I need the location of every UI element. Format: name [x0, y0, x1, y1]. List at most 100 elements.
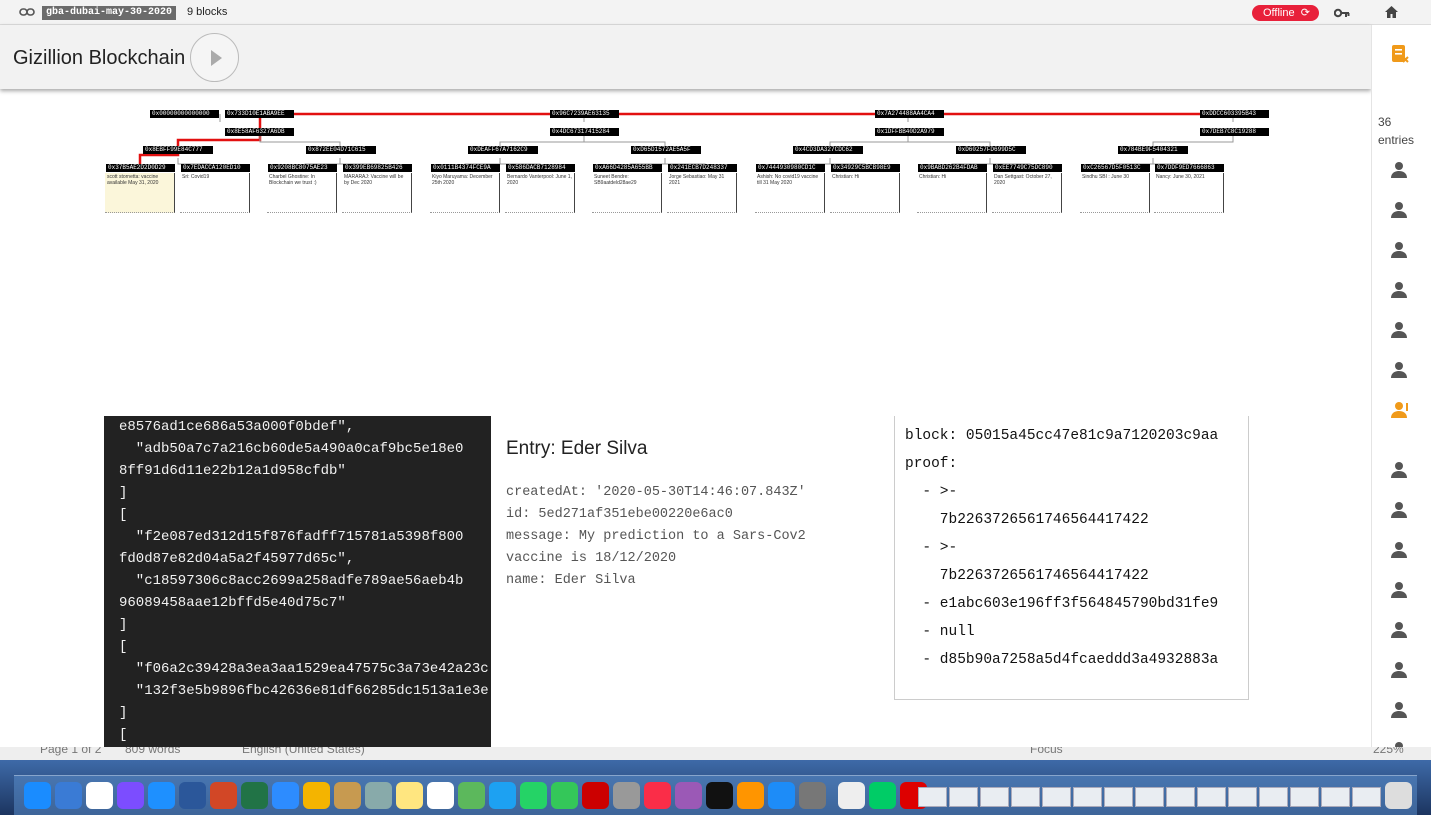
- entry-card[interactable]: Dan Settgast: October 27, 2020: [992, 173, 1062, 213]
- block-hash[interactable]: 0x8E58AF6327A6DB: [225, 128, 294, 136]
- person-icon[interactable]: [1390, 501, 1408, 519]
- proof-code-panel[interactable]: e8576ad1ce686a53a000f0bdef", "adb50a7c7a…: [104, 416, 491, 747]
- block-hash[interactable]: 0x1DFFBB40D2A979: [875, 128, 944, 136]
- dock-window-thumbnail[interactable]: [1166, 787, 1195, 807]
- dock-window-thumbnail[interactable]: [1228, 787, 1257, 807]
- dock-window-thumbnail[interactable]: [918, 787, 947, 807]
- block-hash[interactable]: 0x784BE9F5404321: [1118, 146, 1188, 154]
- home-icon[interactable]: [1384, 5, 1399, 19]
- block-hash[interactable]: 0x4CD3DA327CDC62: [793, 146, 863, 154]
- block-hash[interactable]: 0xDDCC603395B43: [1200, 110, 1269, 118]
- dock-window-thumbnail[interactable]: [980, 787, 1009, 807]
- dock-app-icon[interactable]: [869, 782, 896, 809]
- block-hash[interactable]: 0x34929C5BCB98E9: [831, 164, 900, 172]
- block-hash[interactable]: 0x586DACB7128984: [506, 164, 575, 172]
- dock-window-thumbnail[interactable]: [1104, 787, 1133, 807]
- dock-window-thumbnail[interactable]: [1042, 787, 1071, 807]
- dock-app-icon[interactable]: [551, 782, 578, 809]
- block-hash[interactable]: 0x0111B4374FCE9A: [431, 164, 500, 172]
- dock-app-icon[interactable]: [241, 782, 268, 809]
- dock-app-icon[interactable]: [838, 782, 865, 809]
- dock-app-icon[interactable]: [272, 782, 299, 809]
- key-icon[interactable]: [1334, 7, 1350, 19]
- dock-window-thumbnail[interactable]: [1197, 787, 1226, 807]
- trash-icon[interactable]: [1385, 782, 1412, 809]
- entry-card[interactable]: Christian: Hi: [917, 173, 987, 213]
- dock-app-icon[interactable]: [582, 782, 609, 809]
- dock-window-thumbnail[interactable]: [1073, 787, 1102, 807]
- block-hash[interactable]: 0x7DDF9ED7666863: [1155, 164, 1224, 172]
- dock-app-icon[interactable]: [148, 782, 175, 809]
- block-hash[interactable]: 0x733D10E1ABA9EE: [225, 110, 294, 118]
- entry-card[interactable]: Ashish: No covid19 vaccine till 31 May 2…: [755, 173, 825, 213]
- dock-window-thumbnail[interactable]: [1135, 787, 1164, 807]
- person-icon[interactable]: [1390, 201, 1408, 219]
- play-button[interactable]: [190, 33, 239, 82]
- link-icon[interactable]: [19, 6, 35, 18]
- dock-app-icon[interactable]: [86, 782, 113, 809]
- block-hash[interactable]: 0x96C7239AE63135: [550, 110, 619, 118]
- block-hash[interactable]: 0x7A274488AA4CA4: [875, 110, 944, 118]
- dock-app-icon[interactable]: [799, 782, 826, 809]
- block-hash[interactable]: 0x872EE04D71C615: [306, 146, 376, 154]
- person-icon[interactable]: [1390, 361, 1408, 379]
- person-icon[interactable]: [1390, 161, 1408, 179]
- dock-app-icon[interactable]: [179, 782, 206, 809]
- block-hash[interactable]: 0x37B5AE2D2D0D29: [106, 164, 175, 172]
- entry-card[interactable]: Bernardo Vanterpool: June 1, 2020: [505, 173, 575, 213]
- person-icon[interactable]: [1390, 621, 1408, 639]
- entry-card[interactable]: scott stornetta: vaccine available May 3…: [105, 173, 175, 213]
- block-hash[interactable]: 0xD65D1572AE5A5F: [631, 146, 701, 154]
- refresh-icon[interactable]: ⟳: [1301, 5, 1310, 21]
- block-hash[interactable]: 0x7444930980CD1C: [756, 164, 825, 172]
- person-icon[interactable]: [1390, 241, 1408, 259]
- dock-app-icon[interactable]: [117, 782, 144, 809]
- dock-app-icon[interactable]: [396, 782, 423, 809]
- person-icon[interactable]: [1390, 581, 1408, 599]
- dock-window-thumbnail[interactable]: [1011, 787, 1040, 807]
- block-hash[interactable]: 0xC26567D5F0513C: [1081, 164, 1150, 172]
- dock-window-thumbnail[interactable]: [1290, 787, 1319, 807]
- dock-app-icon[interactable]: [675, 782, 702, 809]
- dock-window-thumbnail[interactable]: [1352, 787, 1381, 807]
- dock-app-icon[interactable]: [706, 782, 733, 809]
- entry-card[interactable]: Sindhu SBI : June 30: [1080, 173, 1150, 213]
- entry-card[interactable]: Sri: Covid19: [180, 173, 250, 213]
- block-hash[interactable]: 0x7DEB7C8C19288: [1200, 128, 1269, 136]
- room-name[interactable]: gba-dubai-may-30-2020: [42, 6, 177, 20]
- entry-card[interactable]: MARARAJ: Vaccine will be by Dec 2020: [342, 173, 412, 213]
- person-icon[interactable]: [1390, 281, 1408, 299]
- dock-app-icon[interactable]: [458, 782, 485, 809]
- entry-card[interactable]: Jorge Sebastiao: May 31 2021: [667, 173, 737, 213]
- person-icon[interactable]: [1390, 701, 1408, 719]
- block-hash[interactable]: 0x399EB69825B426: [343, 164, 412, 172]
- entry-card[interactable]: Kiyo Maruyama: December 25th 2020: [430, 173, 500, 213]
- dock-app-icon[interactable]: [520, 782, 547, 809]
- person-icon[interactable]: [1390, 541, 1408, 559]
- block-hash[interactable]: 0x9208BC8075AE23: [268, 164, 337, 172]
- block-hash[interactable]: 0xEE7749C75DC890: [993, 164, 1062, 172]
- block-hash[interactable]: 0xDEAFF67A7162C9: [468, 146, 538, 154]
- dock-window-thumbnail[interactable]: [1321, 787, 1350, 807]
- dock-app-icon[interactable]: [644, 782, 671, 809]
- dock-app-icon[interactable]: [613, 782, 640, 809]
- dock-app-icon[interactable]: [24, 782, 51, 809]
- block-hash[interactable]: 0x4DC67317415284: [550, 128, 619, 136]
- dock-app-icon[interactable]: [737, 782, 764, 809]
- dock-app-icon[interactable]: [768, 782, 795, 809]
- block-hash[interactable]: 0xD60257FD699D5C: [956, 146, 1026, 154]
- entry-card[interactable]: Charbel Ghostine: In Blockchain we trust…: [267, 173, 337, 213]
- dock-app-icon[interactable]: [210, 782, 237, 809]
- entry-card[interactable]: Suneet Bendre: SB9aatdeld28ae29: [592, 173, 662, 213]
- block-hash[interactable]: 0x241ECB7D248337: [668, 164, 737, 172]
- dock-window-thumbnail[interactable]: [1259, 787, 1288, 807]
- block-hash[interactable]: 0x00000000000000: [150, 110, 219, 118]
- person-icon[interactable]: [1390, 321, 1408, 339]
- person-alert-icon[interactable]: [1390, 401, 1408, 419]
- person-icon[interactable]: [1390, 461, 1408, 479]
- block-hash[interactable]: 0x7EDACCA120ED10: [181, 164, 250, 172]
- offline-status-badge[interactable]: Offline ⟳: [1252, 5, 1319, 21]
- dock-window-thumbnail[interactable]: [949, 787, 978, 807]
- dock-app-icon[interactable]: [489, 782, 516, 809]
- entry-card[interactable]: Nancy: June 30, 2021: [1154, 173, 1224, 213]
